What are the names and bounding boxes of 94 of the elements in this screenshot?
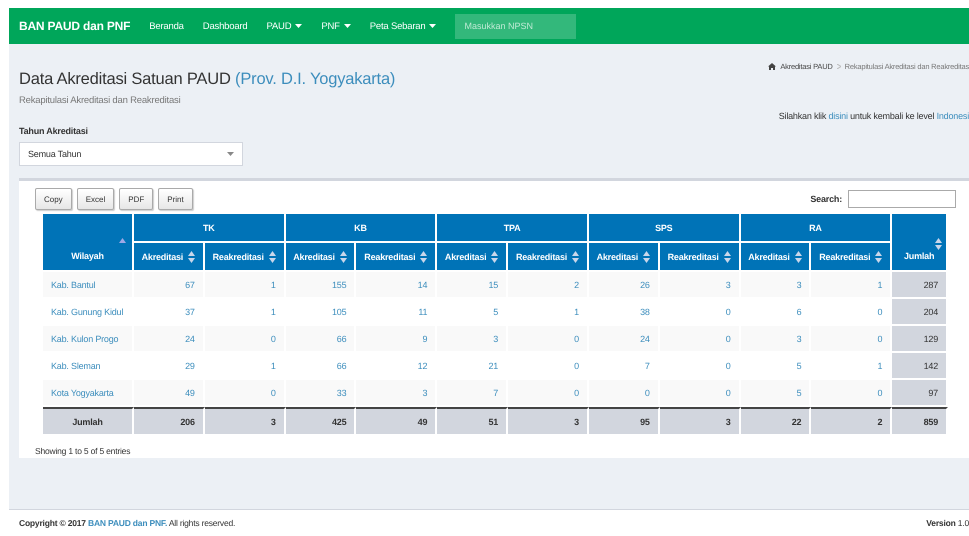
column-header[interactable]: Wilayah [43, 214, 134, 272]
column-header[interactable]: Reakreditasi [508, 243, 589, 272]
table-cell: 3 [740, 272, 812, 299]
column-header[interactable]: Jumlah [892, 214, 948, 272]
table-cell: 3 [740, 326, 812, 353]
table-cell: 5 [740, 380, 812, 407]
table-cell: 3 [204, 407, 286, 436]
table-cell: 22 [740, 407, 812, 436]
table-cell[interactable]: Kab. Kulon Progo [43, 326, 134, 353]
column-header[interactable]: Akreditasi [437, 243, 508, 272]
export-button[interactable]: Excel [76, 188, 114, 210]
table-cell: 3 [660, 407, 741, 436]
table-cell: 3 [437, 326, 508, 353]
table-cell: 0 [508, 380, 589, 407]
table-cell: 15 [437, 272, 508, 299]
table-cell: 0 [660, 380, 741, 407]
table-cell: 204 [892, 299, 948, 326]
search-label: Search: [810, 194, 842, 204]
table-cell: 2 [811, 407, 892, 436]
table-cell: 24 [134, 326, 205, 353]
version-text: Version 1.0 [926, 518, 969, 528]
table-cell: 33 [286, 380, 356, 407]
search-field[interactable] [848, 190, 956, 208]
column-header[interactable]: Akreditasi [134, 243, 205, 272]
group-header: TK [134, 214, 286, 243]
table-cell: Jumlah [43, 407, 134, 436]
export-button[interactable]: Copy [35, 188, 72, 210]
table-cell: 206 [134, 407, 205, 436]
npsn-search-field[interactable]: Masukkan NPSN [455, 14, 576, 38]
chevron-icon [836, 64, 841, 69]
footer-link[interactable]: BAN PAUD dan PNF. [88, 518, 168, 528]
back-note: Silahkan klik disini untuk kembali ke level Indonesi [778, 111, 969, 121]
nav-dropdown[interactable]: PNF [321, 20, 351, 32]
column-header[interactable]: Akreditasi [740, 243, 812, 272]
copyright-text: Copyright © 2017 BAN PAUD dan PNF. All rights reserved. [19, 518, 236, 528]
entries-info: Showing 1 to 5 of 5 entries [35, 446, 132, 456]
group-header: SPS [588, 214, 741, 243]
table-cell: 0 [204, 326, 286, 353]
table-cell: 0 [811, 380, 892, 407]
table-cell: 9 [356, 326, 438, 353]
table-cell: 1 [811, 272, 892, 299]
table-cell: 49 [134, 380, 205, 407]
column-header[interactable]: Akreditasi [286, 243, 356, 272]
nav-link[interactable]: Dashboard [202, 20, 248, 32]
column-header[interactable]: Reakreditasi [811, 243, 892, 272]
table-cell: 51 [437, 407, 508, 436]
table-cell: 14 [356, 272, 438, 299]
link[interactable]: disini [828, 111, 848, 121]
group-header: TPA [437, 214, 589, 243]
table-cell: 24 [588, 326, 660, 353]
nav-link[interactable]: Beranda [149, 20, 184, 32]
filter-label: Tahun Akreditasi [19, 126, 89, 136]
page-title: Data Akreditasi Satuan PAUD (Prov. D.I. Yogyakarta) [19, 70, 396, 89]
table-cell: 3 [508, 407, 589, 436]
table-cell: 0 [660, 326, 741, 353]
table-cell: 155 [286, 272, 356, 299]
table-cell[interactable]: Kota Yogyakarta [43, 380, 134, 407]
column-header[interactable]: Reakreditasi [204, 243, 286, 272]
group-header: KB [286, 214, 438, 243]
table-cell: 0 [588, 380, 660, 407]
table-cell: 26 [588, 272, 660, 299]
brand-title[interactable]: BAN PAUD dan PNF [19, 19, 130, 33]
table-cell: 1 [204, 272, 286, 299]
year-dropdown[interactable]: Semua Tahun [19, 142, 243, 166]
table-cell: 142 [892, 353, 948, 380]
table-cell: 3 [356, 380, 438, 407]
table-cell: 0 [508, 326, 589, 353]
caret-icon [227, 152, 234, 156]
link[interactable]: Indonesi [936, 111, 969, 121]
column-header[interactable]: Reakreditasi [356, 243, 438, 272]
table-cell: 49 [356, 407, 438, 436]
home-icon [768, 63, 776, 70]
table-cell: 425 [286, 407, 356, 436]
table-cell: 129 [892, 326, 948, 353]
table-cell: 287 [892, 272, 948, 299]
table-cell: 859 [892, 407, 948, 436]
table-cell: 7 [437, 380, 508, 407]
group-header: RA [740, 214, 892, 243]
table-cell: 95 [588, 407, 660, 436]
table-cell: 2 [508, 272, 589, 299]
nav-dropdown[interactable]: PAUD [266, 20, 302, 32]
page-subtitle: Rekapitulasi Akreditasi dan Reakreditasi [19, 95, 182, 106]
table-cell[interactable]: Kab. Bantul [43, 272, 134, 299]
table-cell: 97 [892, 380, 948, 407]
column-header[interactable]: Akreditasi [588, 243, 660, 272]
table-cell: 3 [660, 272, 741, 299]
nav-dropdown[interactable]: Peta Sebaran [370, 20, 436, 32]
export-button[interactable]: PDF [119, 188, 154, 210]
table-cell: 0 [204, 380, 286, 407]
column-header[interactable]: Reakreditasi [660, 243, 741, 272]
table-cell: 67 [134, 272, 205, 299]
export-button[interactable]: Print [158, 188, 193, 210]
table-cell: 66 [286, 326, 356, 353]
table-cell: 0 [811, 326, 892, 353]
